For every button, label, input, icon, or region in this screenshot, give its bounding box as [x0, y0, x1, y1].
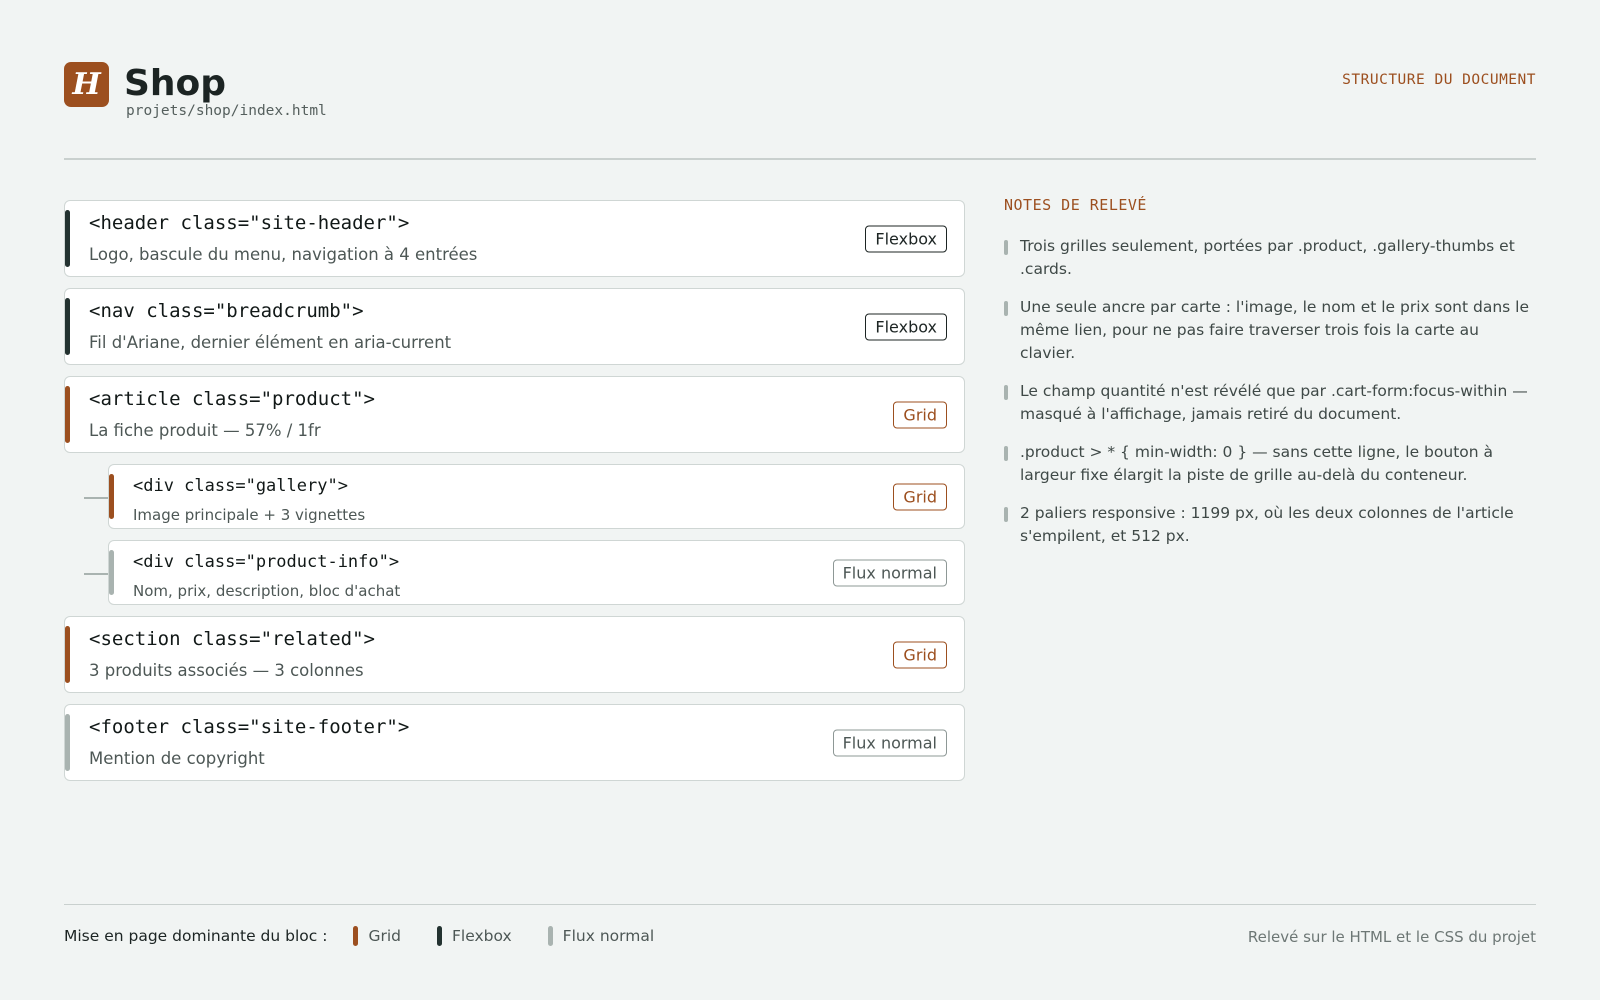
footer-note: Relevé sur le HTML et le CSS du projet: [1247, 928, 1536, 946]
notes-title: NOTES DE RELEVÉ: [1004, 196, 1147, 214]
block-site-header: <header class="site-header"> Logo, bascu…: [64, 200, 965, 277]
layout-bar: [109, 550, 114, 595]
block-description: Nom, prix, description, bloc d'achat: [133, 582, 401, 600]
legend-item-label: Grid: [368, 927, 401, 945]
tree-connector: [84, 573, 110, 575]
block-breadcrumb: <nav class="breadcrumb"> Fil d'Ariane, d…: [64, 288, 965, 365]
layout-bar: [65, 626, 70, 683]
note-item: Trois grilles seulement, portées par .pr…: [1004, 235, 1536, 281]
footer-divider: [64, 904, 1536, 905]
layout-badge: Flexbox: [865, 225, 947, 252]
legend-item-flow: Flux normal: [547, 926, 655, 946]
header-divider: [64, 158, 1536, 160]
block-related: <section class="related"> 3 produits ass…: [64, 616, 965, 693]
layout-badge: Flux normal: [832, 729, 947, 756]
block-tag: <header class="site-header">: [89, 212, 410, 234]
block-description: Fil d'Ariane, dernier élément en aria-cu…: [89, 333, 452, 352]
block-tag: <div class="gallery">: [133, 476, 348, 496]
notes-panel: NOTES DE RELEVÉ Trois grilles seulement,…: [1004, 196, 1536, 563]
block-tag: <section class="related">: [89, 628, 375, 650]
legend-swatch-flexbox: [436, 926, 442, 946]
page-title: Shop: [124, 63, 227, 104]
legend-item-label: Flux normal: [562, 927, 655, 945]
legend-label: Mise en page dominante du bloc :: [64, 927, 328, 945]
layout-bar: [65, 210, 70, 267]
block-site-footer: <footer class="site-footer"> Mention de …: [64, 704, 965, 781]
block-description: 3 produits associés — 3 colonnes: [89, 661, 364, 680]
layout-bar: [65, 386, 70, 443]
block-tag: <footer class="site-footer">: [89, 716, 410, 738]
section-label: STRUCTURE DU DOCUMENT: [1342, 72, 1536, 88]
layout-bar: [109, 474, 114, 519]
layout-badge: Grid: [893, 483, 947, 510]
note-item: 2 paliers responsive : 1199 px, où les d…: [1004, 502, 1536, 548]
block-description: Mention de copyright: [89, 749, 265, 768]
legend-swatch-grid: [353, 926, 359, 946]
block-tag: <article class="product">: [89, 388, 375, 410]
block-description: La fiche produit — 57% / 1fr: [89, 421, 321, 440]
layout-badge: Flux normal: [832, 559, 947, 586]
note-item: Le champ quantité n'est révélé que par .…: [1004, 380, 1536, 426]
page-header: H Shop projets/shop/index.html STRUCTURE…: [64, 62, 1536, 158]
legend-item-label: Flexbox: [451, 927, 512, 945]
layout-badge: Flexbox: [865, 313, 947, 340]
block-tag: <div class="product-info">: [133, 552, 400, 572]
file-path: projets/shop/index.html: [126, 103, 327, 119]
legend-item-flexbox: Flexbox: [436, 926, 512, 946]
note-item: .product > * { min-width: 0 } — sans cet…: [1004, 441, 1536, 487]
layout-badge: Grid: [893, 401, 947, 428]
app-logo-icon: H: [64, 62, 109, 107]
block-tag: <nav class="breadcrumb">: [89, 300, 364, 322]
note-item: Une seule ancre par carte : l'image, le …: [1004, 296, 1536, 365]
block-product: <article class="product"> La fiche produ…: [64, 376, 965, 453]
legend-item-grid: Grid: [353, 926, 401, 946]
block-product-info: <div class="product-info"> Nom, prix, de…: [108, 540, 965, 605]
layout-bar: [65, 714, 70, 771]
legend-swatch-flow: [547, 926, 553, 946]
block-gallery: <div class="gallery"> Image principale +…: [108, 464, 965, 529]
block-description: Image principale + 3 vignettes: [133, 506, 366, 524]
tree-connector: [84, 497, 110, 499]
layout-badge: Grid: [893, 641, 947, 668]
block-description: Logo, bascule du menu, navigation à 4 en…: [89, 245, 478, 264]
layout-legend: Mise en page dominante du bloc : Grid Fl…: [64, 926, 654, 946]
layout-bar: [65, 298, 70, 355]
